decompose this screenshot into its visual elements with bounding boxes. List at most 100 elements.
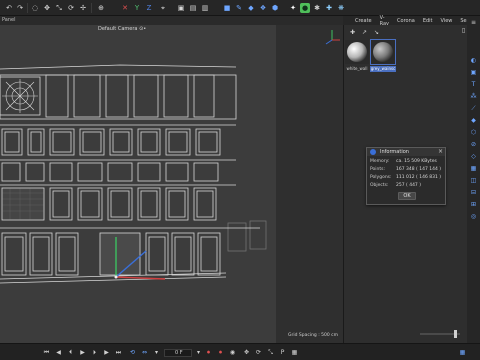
text-icon[interactable]: T [469, 80, 478, 89]
cube-icon[interactable]: ▣ [469, 68, 478, 77]
polygon-icon[interactable]: ◆ [469, 116, 478, 125]
main-toolbar: ↶ ↷ ◌ ✥ ⤡ ⟳ ✢ ⊕ ✕ Y Z ⌖ ▣ ▤ ▥ ■ ✎ ◆ ❖ ⬢ … [0, 0, 480, 16]
ok-button[interactable]: OK [398, 192, 416, 200]
scene-icon[interactable]: ✦ [288, 3, 298, 13]
solo-icon[interactable]: ◎ [469, 212, 478, 221]
cube-icon[interactable]: ■ [222, 3, 232, 13]
snap-icon[interactable]: ⊘ [469, 140, 478, 149]
viewport[interactable] [0, 25, 343, 343]
grid-spacing-label: Grid Spacing : 500 cm [288, 333, 339, 338]
render-view-icon[interactable]: ▤ [188, 3, 198, 13]
material-edit-icon[interactable]: ↘ [372, 29, 381, 38]
menu-view[interactable]: View [441, 18, 453, 24]
auto-key-icon[interactable]: ⏺ [216, 348, 225, 357]
menu-create[interactable]: Create [355, 18, 372, 24]
material-name[interactable]: grey_wainsc [370, 66, 396, 72]
subdivision-icon[interactable]: ◆ [246, 3, 256, 13]
zoom-slider-handle[interactable] [454, 330, 457, 338]
dialog-titlebar[interactable]: Information × [367, 148, 445, 156]
timeline-bar: ⏮ ◀ ⏴ ▶ ⏵ ▶ ⏭ ⟲ ⇔ ▾ 0 F ▾ ⏺ ⏺ ◉ ✥ ⟳ ⤡ P … [0, 343, 480, 360]
world-coords-icon[interactable]: ⊕ [96, 3, 106, 13]
workplane-icon[interactable]: ◫ [469, 176, 478, 185]
axis-icon[interactable]: ⊞ [469, 200, 478, 209]
undo-icon[interactable]: ↶ [4, 3, 14, 13]
app-logo-icon [370, 149, 376, 155]
menu-edit[interactable]: Edit [423, 18, 433, 24]
material-name[interactable]: white_wall [344, 66, 370, 72]
grid-icon[interactable]: ▦ [469, 164, 478, 173]
panel-menu[interactable]: Panel [2, 17, 16, 23]
rotate-icon[interactable]: ⟳ [66, 3, 76, 13]
toolbar-separator [91, 3, 92, 13]
range-icon[interactable]: ⇔ [140, 348, 149, 357]
parameter-key-icon[interactable]: P [278, 348, 287, 357]
redo-icon[interactable]: ↷ [15, 3, 25, 13]
coordinate-system-icon[interactable]: ⌖ [158, 3, 168, 13]
x-axis-icon[interactable]: ✕ [120, 3, 130, 13]
next-key-icon[interactable]: ▶ [102, 348, 111, 357]
record-icon[interactable]: ⏺ [204, 348, 213, 357]
points-value: 167 348 ( 147 144 ) [396, 167, 442, 172]
viewport-menubar: Panel [0, 16, 343, 25]
layout-icon[interactable]: ▦ [458, 348, 467, 357]
tweak-icon[interactable]: ◇ [469, 152, 478, 161]
current-frame-field[interactable]: 0 F [164, 349, 192, 357]
camera-icon[interactable]: ● [300, 3, 310, 13]
light-icon[interactable]: ✱ [312, 3, 322, 13]
axis-gizmo[interactable] [0, 25, 343, 343]
material-swatch-grey-wainscot[interactable] [370, 39, 396, 65]
loop-icon[interactable]: ⟲ [128, 348, 137, 357]
menu-corona[interactable]: Corona [397, 18, 415, 24]
objects-value: 257 ( 447 ) [396, 183, 421, 188]
memory-label: Memory: [370, 159, 390, 164]
scale-key-icon[interactable]: ⤡ [266, 348, 275, 357]
texture-icon[interactable]: ⬡ [469, 128, 478, 137]
move-icon[interactable]: ✥ [42, 3, 52, 13]
rotation-key-icon[interactable]: ⟳ [254, 348, 263, 357]
vray-icon[interactable]: ✚ [324, 3, 334, 13]
position-key-icon[interactable]: ✥ [242, 348, 251, 357]
dialog-title: Information [380, 149, 409, 155]
information-dialog: Information × Memory: ca. 15 509 KBytes … [366, 147, 446, 205]
material-menubar: Create V-Ray Corona Edit View Select [343, 15, 476, 27]
render-region-icon[interactable]: ▣ [176, 3, 186, 13]
render-settings-icon[interactable]: ▥ [200, 3, 210, 13]
previous-key-icon[interactable]: ◀ [54, 348, 63, 357]
frame-dropdown-icon[interactable]: ▾ [194, 348, 203, 357]
keyframe-icon[interactable]: ◉ [228, 348, 237, 357]
z-axis-icon[interactable]: Z [144, 3, 154, 13]
add-material-icon[interactable]: ✚ [348, 29, 357, 38]
play-icon[interactable]: ▶ [78, 348, 87, 357]
objects-label: Objects: [370, 183, 389, 188]
points-label: Points: [370, 167, 386, 172]
step-forward-icon[interactable]: ⏵ [90, 348, 99, 357]
object-icon[interactable]: ◐ [469, 56, 478, 65]
deformer-icon[interactable]: ⬢ [270, 3, 280, 13]
toolbar-separator [27, 3, 28, 13]
array-icon[interactable]: ❖ [258, 3, 268, 13]
pen-icon[interactable]: ✎ [234, 3, 244, 13]
view-orientation-icon [325, 30, 340, 45]
camera-label[interactable]: Default Camera ⊙• [98, 26, 146, 32]
layout-icon[interactable]: ≡ [469, 18, 478, 27]
material-tool-icon[interactable]: ↗ [360, 29, 369, 38]
right-tool-strip: ≡ ◐ ▣ T ⁂ ⟋ ◆ ⬡ ⊘ ◇ ▦ ◫ ⊟ ⊞ ◎ [467, 16, 480, 343]
lock-icon[interactable]: ⊟ [469, 188, 478, 197]
point-level-key-icon[interactable]: ▦ [290, 348, 299, 357]
y-axis-icon[interactable]: Y [132, 3, 142, 13]
corona-icon[interactable]: ❋ [336, 3, 346, 13]
polygons-label: Polygons: [370, 175, 392, 180]
transform-icon[interactable]: ✢ [78, 3, 88, 13]
close-icon[interactable]: × [438, 148, 443, 155]
step-back-icon[interactable]: ⏴ [66, 348, 75, 357]
polygons-value: 111 012 ( 146 831 ) [396, 175, 442, 180]
frame-stepper-icon[interactable]: ▾ [152, 348, 161, 357]
memory-value: ca. 15 509 KBytes [396, 159, 437, 164]
scale-icon[interactable]: ⤡ [54, 3, 64, 13]
point-icon[interactable]: ⁂ [469, 92, 478, 101]
go-to-end-icon[interactable]: ⏭ [114, 348, 123, 357]
edge-icon[interactable]: ⟋ [469, 104, 478, 113]
go-to-start-icon[interactable]: ⏮ [42, 348, 51, 357]
material-swatch-white-wall[interactable] [345, 40, 369, 64]
live-selection-icon[interactable]: ◌ [30, 3, 40, 13]
